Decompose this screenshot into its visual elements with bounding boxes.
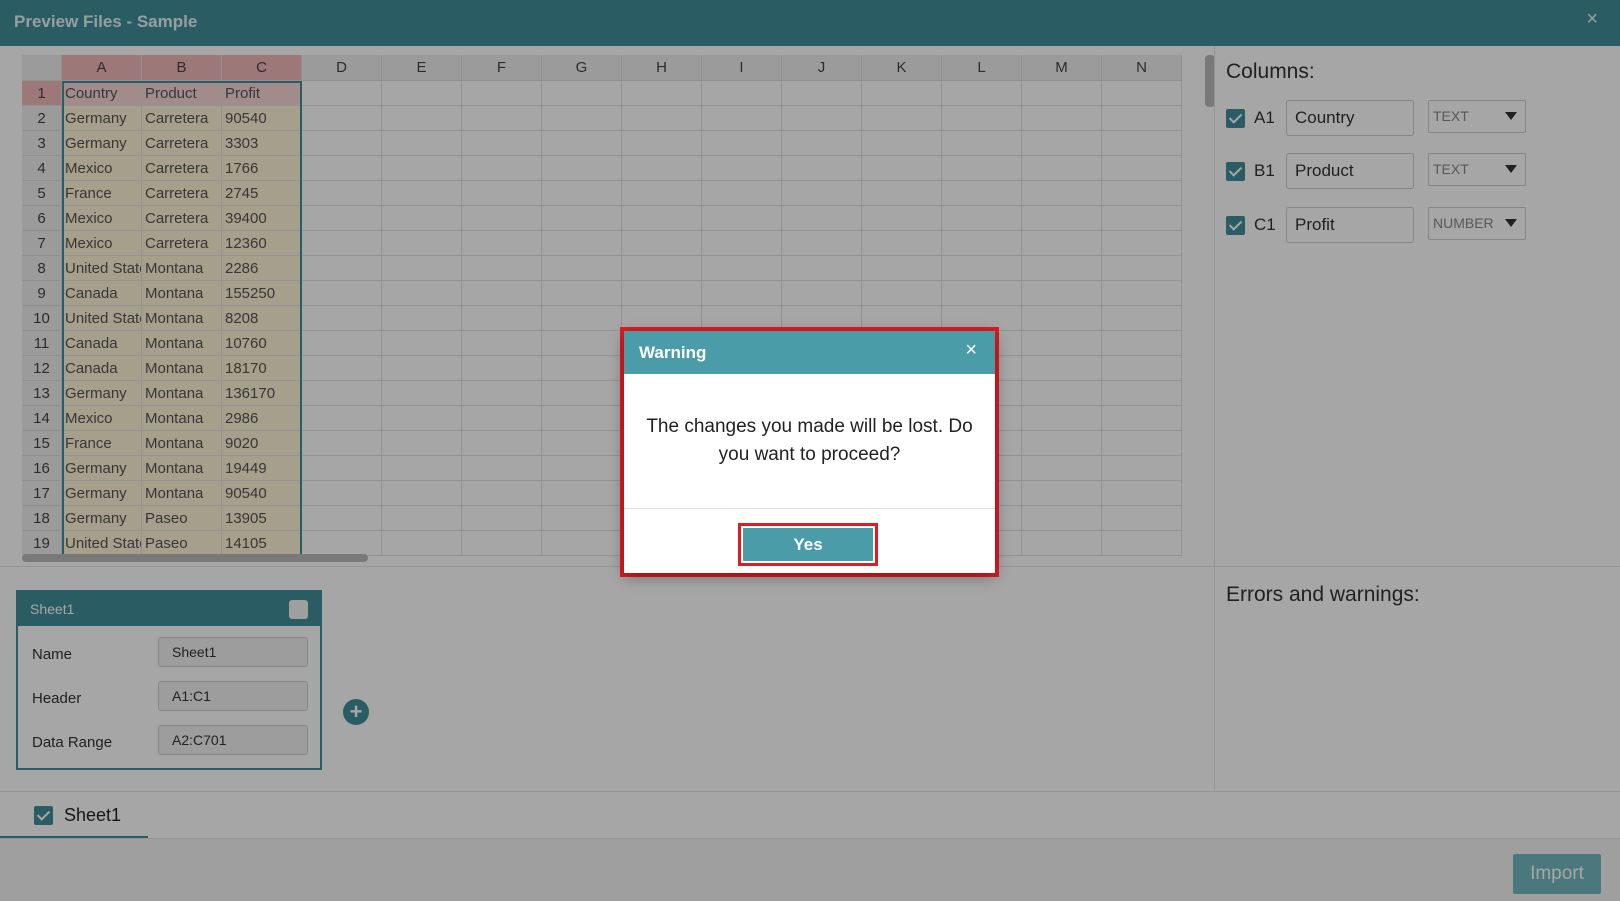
dialog-close-icon[interactable]: × — [965, 339, 977, 362]
dialog-title: Warning — [639, 343, 707, 362]
dialog-message: The changes you made will be lost. Do yo… — [646, 416, 973, 465]
dialog-header: Warning × — [624, 331, 995, 374]
dialog-separator — [624, 508, 995, 509]
yes-button[interactable]: Yes — [743, 528, 873, 561]
